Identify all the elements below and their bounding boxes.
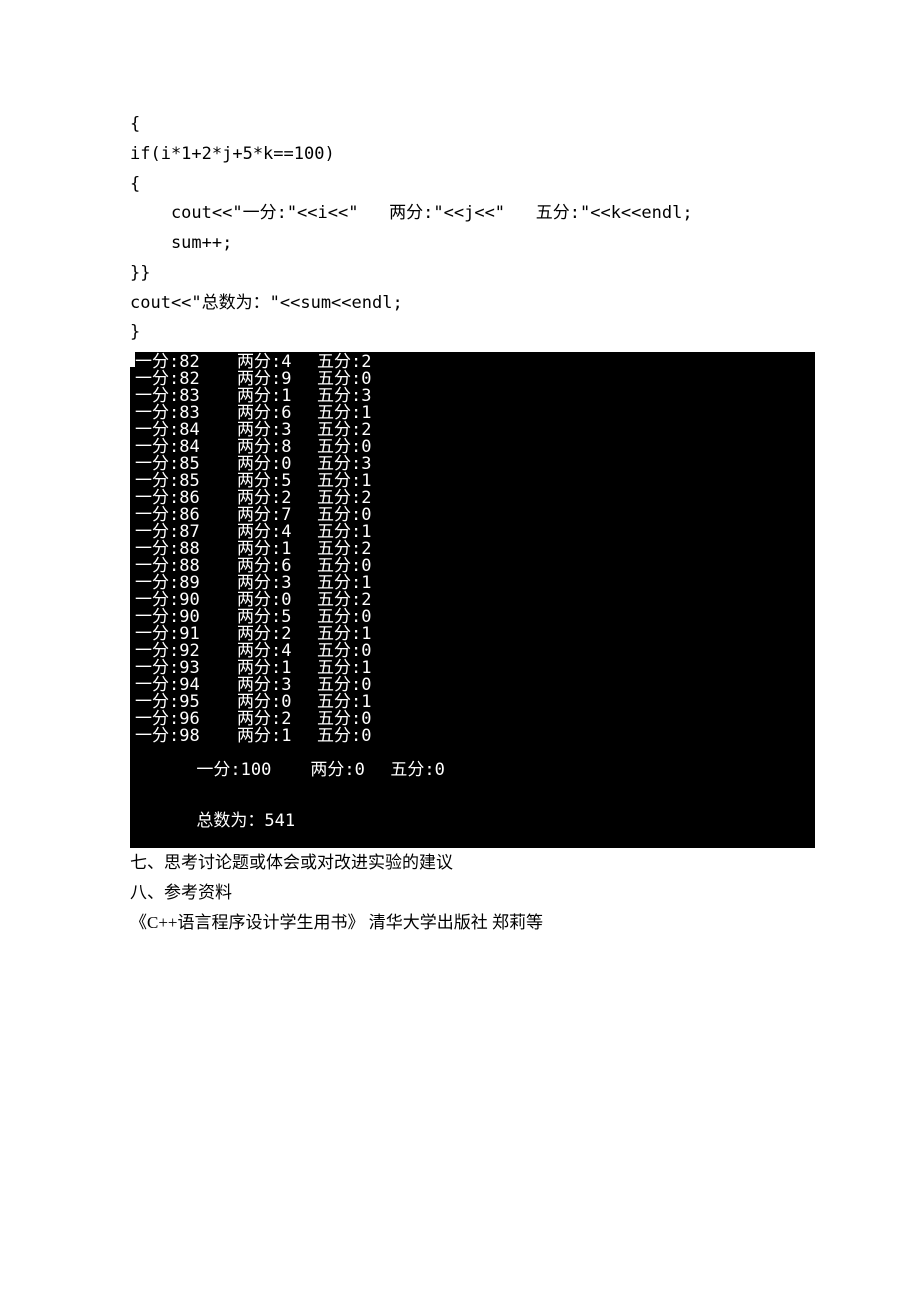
section-heading: 七、思考讨论题或体会或对改进实验的建议 bbox=[130, 848, 815, 878]
terminal-row: 一分:86两分:2五分:2 bbox=[130, 490, 815, 507]
code-line: }} bbox=[130, 259, 815, 289]
terminal-row: 一分:82两分:4五分:2 bbox=[130, 354, 815, 371]
terminal-row: 一分:96两分:2五分:0 bbox=[130, 711, 815, 728]
terminal-row: 一分:100两分:0五分:0 bbox=[130, 745, 815, 796]
terminal-row: 一分:92两分:4五分:0 bbox=[130, 643, 815, 660]
terminal-row: 一分:90两分:0五分:2 bbox=[130, 592, 815, 609]
terminal-row: 一分:85两分:0五分:3 bbox=[130, 456, 815, 473]
terminal-cursor bbox=[130, 352, 135, 367]
terminal-row: 一分:83两分:1五分:3 bbox=[130, 388, 815, 405]
code-line: cout<<"一分:"<<i<<" 两分:"<<j<<" 五分:"<<k<<en… bbox=[130, 199, 815, 229]
terminal-row: 一分:82两分:9五分:0 bbox=[130, 371, 815, 388]
terminal-row: 一分:93两分:1五分:1 bbox=[130, 660, 815, 677]
terminal-row: 一分:84两分:3五分:2 bbox=[130, 422, 815, 439]
terminal-row: 一分:84两分:8五分:0 bbox=[130, 439, 815, 456]
terminal-row: 一分:91两分:2五分:1 bbox=[130, 626, 815, 643]
reference-text: 《C++语言程序设计学生用书》 清华大学出版社 郑莉等 bbox=[130, 908, 815, 938]
code-line: sum++; bbox=[130, 229, 815, 259]
code-line: cout<<"总数为："<<sum<<endl; bbox=[130, 289, 815, 319]
code-line: } bbox=[130, 318, 815, 348]
terminal-row: 一分:83两分:6五分:1 bbox=[130, 405, 815, 422]
terminal-row: 一分:90两分:5五分:0 bbox=[130, 609, 815, 626]
terminal-output: 一分:82两分:4五分:2一分:82两分:9五分:0一分:83两分:1五分:3一… bbox=[130, 352, 815, 848]
terminal-row: 一分:89两分:3五分:1 bbox=[130, 575, 815, 592]
code-line: if(i*1+2*j+5*k==100) bbox=[130, 140, 815, 170]
document-page: { if(i*1+2*j+5*k==100) { cout<<"一分:"<<i<… bbox=[0, 0, 920, 977]
terminal-row: 一分:94两分:3五分:0 bbox=[130, 677, 815, 694]
code-line: { bbox=[130, 170, 815, 200]
terminal-row: 一分:86两分:7五分:0 bbox=[130, 507, 815, 524]
terminal-row: 一分:98两分:1五分:0 bbox=[130, 728, 815, 745]
terminal-row: 一分:95两分:0五分:1 bbox=[130, 694, 815, 711]
section-heading: 八、参考资料 bbox=[130, 878, 815, 908]
terminal-row: 一分:88两分:6五分:0 bbox=[130, 558, 815, 575]
terminal-total: 总数为：541 bbox=[130, 796, 815, 847]
terminal-row: 一分:85两分:5五分:1 bbox=[130, 473, 815, 490]
terminal-row: 一分:88两分:1五分:2 bbox=[130, 541, 815, 558]
code-line: { bbox=[130, 110, 815, 140]
terminal-row: 一分:87两分:4五分:1 bbox=[130, 524, 815, 541]
